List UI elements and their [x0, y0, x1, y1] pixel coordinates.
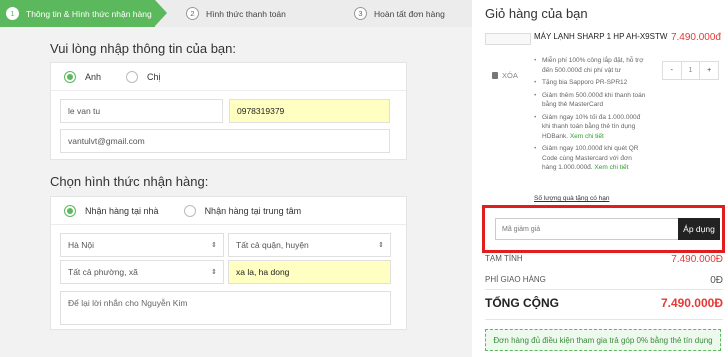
note-textarea[interactable]: Để lại lời nhắn cho Nguyễn Kim — [60, 291, 391, 325]
city-select-value: Hà Nội — [68, 240, 94, 250]
trash-icon — [492, 72, 498, 79]
district-select-value: Tất cả quận, huyện — [236, 240, 309, 250]
ward-select[interactable]: Tất cả phường, xã ⇕ — [60, 260, 224, 284]
qty-minus-button[interactable]: - — [663, 62, 681, 79]
installment-note: Đơn hàng đủ điều kiện tham gia trả góp 0… — [485, 329, 721, 351]
qty-value[interactable]: 1 — [680, 62, 701, 79]
step-number: 1 — [6, 7, 19, 20]
step-info-delivery[interactable]: 1 Thông tin & Hình thức nhận hàng — [0, 0, 167, 27]
gender-radio-group: Anh Chị — [51, 63, 406, 91]
checkout-stepper: 1 Thông tin & Hình thức nhận hàng 2 Hình… — [0, 0, 472, 27]
promo-item: Giảm ngay 100.000đ khi quét QR Code cùng… — [534, 144, 646, 173]
remove-item-button[interactable]: XÓA — [492, 71, 518, 80]
shipping-label: PHÍ GIAO HÀNG — [485, 275, 546, 284]
coupon-highlight-box: Mã giảm giá Áp dụng — [482, 205, 725, 253]
promo-list: Miễn phí 100% công lắp đặt, hỗ trợ đến 5… — [534, 56, 646, 176]
select-arrows-icon: ⇕ — [211, 242, 217, 249]
select-arrows-icon: ⇕ — [211, 269, 217, 276]
select-arrows-icon: ⇕ — [378, 242, 384, 249]
step-number: 2 — [186, 7, 199, 20]
apply-coupon-button[interactable]: Áp dụng — [678, 218, 720, 240]
step-label: Hình thức thanh toán — [206, 8, 286, 19]
delivery-label-home[interactable]: Nhận hàng tại nhà — [85, 206, 159, 216]
promo-item: Miễn phí 100% công lắp đặt, hỗ trợ đến 5… — [534, 56, 646, 75]
qty-plus-button[interactable]: + — [700, 62, 718, 79]
product-thumbnail[interactable] — [485, 33, 531, 45]
coupon-input[interactable]: Mã giảm giá — [495, 218, 679, 240]
delivery-radio-home[interactable] — [64, 204, 76, 217]
summary-divider — [485, 319, 723, 320]
gender-radio-chi[interactable] — [126, 70, 139, 83]
total-value: 7.490.000Đ — [660, 296, 723, 310]
gender-label-chi[interactable]: Chị — [147, 72, 161, 82]
cart-panel: Giỏ hàng của bạn MÁY LẠNH SHARP 1 HP AH-… — [472, 0, 728, 357]
district-select[interactable]: Tất cả quận, huyện ⇕ — [228, 233, 391, 257]
gift-limit-note: Số lượng quà tặng có hạn — [534, 195, 610, 202]
promo-detail-link[interactable]: Xem chi tiết — [594, 164, 628, 171]
phone-input[interactable]: 0978319379 — [229, 99, 390, 123]
quantity-stepper: - 1 + — [662, 61, 719, 80]
product-price: 7.490.000đ — [670, 32, 721, 43]
name-input[interactable]: le van tu — [60, 99, 223, 123]
product-name[interactable]: MÁY LẠNH SHARP 1 HP AH-X9STW — [534, 31, 669, 42]
delivery-radio-store[interactable] — [183, 204, 196, 217]
total-label: TỔNG CỘNG — [485, 296, 559, 310]
cart-title: Giỏ hàng của bạn — [485, 6, 588, 21]
step-complete[interactable]: 3 Hoàn tất đơn hàng — [354, 0, 445, 27]
shipping-row: PHÍ GIAO HÀNG 0đ — [485, 275, 723, 286]
total-row: TỔNG CỘNG 7.490.000Đ — [485, 296, 723, 310]
delivery-label-store[interactable]: Nhận hàng tại trung tâm — [205, 206, 302, 216]
info-section-title: Vui lòng nhập thông tin của bạn: — [50, 41, 236, 56]
summary-divider — [485, 289, 723, 290]
shipping-value: 0đ — [710, 275, 723, 286]
gender-radio-anh[interactable] — [64, 70, 76, 83]
subtotal-label: TẠM TÍNH — [485, 254, 523, 263]
remove-label: XÓA — [502, 71, 518, 80]
subtotal-row: TẠM TÍNH 7.490.000đ — [485, 254, 723, 265]
step-number: 3 — [354, 7, 367, 20]
promo-detail-link[interactable]: Xem chi tiết — [570, 133, 604, 140]
step-label: Thông tin & Hình thức nhận hàng — [26, 8, 152, 19]
subtotal-value: 7.490.000đ — [671, 254, 723, 265]
promo-item: Giảm thêm 500.000đ khi thanh toán bằng t… — [534, 91, 646, 110]
delivery-radio-group: Nhận hàng tại nhà Nhận hàng tại trung tâ… — [51, 197, 406, 225]
promo-item: Giảm ngay 10% tối đa 1.000.000đ khi than… — [534, 113, 646, 142]
address-input[interactable]: xa la, ha dong — [228, 260, 391, 284]
step-label: Hoàn tất đơn hàng — [374, 8, 445, 19]
step-payment[interactable]: 2 Hình thức thanh toán — [186, 0, 286, 27]
city-select[interactable]: Hà Nội ⇕ — [60, 233, 224, 257]
gender-label-anh[interactable]: Anh — [85, 72, 101, 82]
email-input[interactable]: vantulvt@gmail.com — [60, 129, 390, 153]
ward-select-value: Tất cả phường, xã — [68, 267, 138, 277]
delivery-section-title: Chọn hình thức nhận hàng: — [50, 174, 209, 189]
promo-item: Tặng bia Sapporo PR-SPR12 — [534, 78, 646, 88]
